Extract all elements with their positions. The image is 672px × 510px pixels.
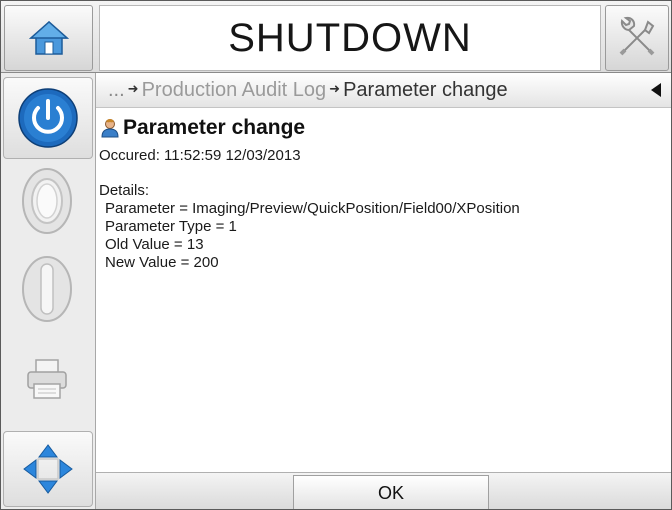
printer-icon [27,359,67,399]
breadcrumb-parent[interactable]: Production Audit Log [142,79,327,102]
home-button[interactable] [4,5,93,71]
ok-button[interactable]: OK [293,475,489,509]
home-icon [28,20,69,55]
details-label: Details: [99,182,150,199]
bottom-bar: OK [96,472,671,509]
print-button[interactable] [3,339,91,419]
breadcrumb-arrow-icon: ➜ [329,81,341,96]
event-heading: Parameter change [99,113,665,143]
power-button[interactable] [3,77,93,159]
title-box: SHUTDOWN [99,5,601,71]
event-title: Parameter change [123,116,306,139]
back-arrow-icon[interactable] [649,79,663,101]
navigate-button[interactable] [3,431,93,507]
page-title: SHUTDOWN [228,15,472,60]
tools-icon [619,16,655,56]
content-panel: Parameter change Occured: 11:52:59 12/03… [99,113,665,467]
move-arrows-icon [23,444,73,494]
app-window: SHUTDOWN ... ➜ Production Audit Log ➜ Pa… [0,0,672,510]
detail-parameter: Parameter = Imaging/Preview/QuickPositio… [105,200,520,217]
oval-bar-icon [22,256,72,322]
start-button[interactable] [3,161,91,241]
detail-parameter-type: Parameter Type = 1 [105,218,237,235]
breadcrumb-ellipsis[interactable]: ... [108,79,125,102]
detail-old-value: Old Value = 13 [105,236,204,253]
oval-ring-icon [22,168,72,234]
user-icon [101,119,119,138]
detail-new-value: New Value = 200 [105,254,219,271]
sidebar [1,73,96,509]
breadcrumb: ... ➜ Production Audit Log ➜ Parameter c… [96,73,671,108]
occured-timestamp: Occured: 11:52:59 12/03/2013 [99,147,301,164]
power-icon [18,88,78,148]
top-bar: SHUTDOWN [1,1,671,73]
breadcrumb-current: Parameter change [343,78,508,101]
details-block: Details: Parameter = Imaging/Preview/Qui… [99,182,665,272]
tools-button[interactable] [605,5,669,71]
breadcrumb-arrow-icon: ➜ [127,81,139,96]
stop-button[interactable] [3,249,91,329]
